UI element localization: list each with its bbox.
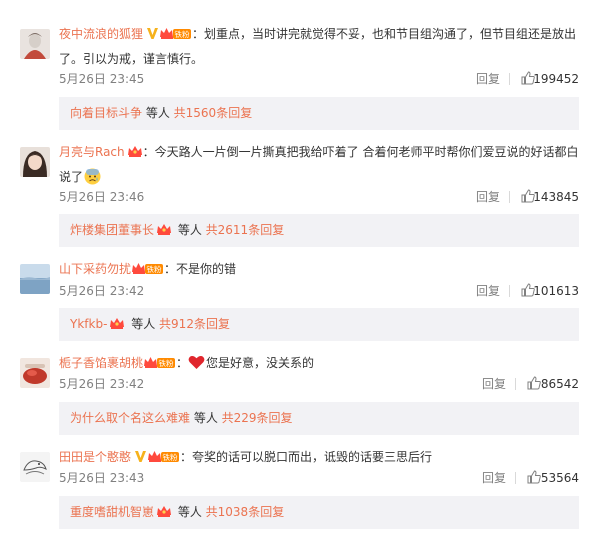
avatar[interactable] (20, 264, 50, 294)
reply-summary[interactable]: 重度嗜甜机智崽 等人 共1038条回复 (59, 496, 579, 529)
reply-button[interactable]: 回复 (482, 375, 506, 393)
username[interactable]: 山下采药勿扰 (59, 262, 131, 276)
fan-crown-badge-icon: 铁粉 (143, 355, 176, 377)
like-count: 53564 (540, 471, 579, 485)
reply-summary[interactable]: Ykfkb- 等人 共912条回复 (59, 308, 579, 341)
reply-count-link[interactable]: 共2611条回复 (206, 223, 285, 237)
username[interactable]: 夜中流浪的狐狸 (59, 27, 143, 41)
comment-meta: 5月26日 23:42 回复 86542 (59, 375, 579, 393)
reply-others-label: 等人 (174, 223, 206, 237)
avatar[interactable] (20, 29, 50, 59)
reply-others-label: 等人 (190, 411, 222, 425)
divider (509, 191, 510, 203)
username[interactable]: 月亮与Rach (59, 145, 125, 159)
avatar[interactable] (20, 358, 50, 388)
comment-text: 您是好意，没关系的 (206, 356, 315, 370)
reply-count-link[interactable]: 共229条回复 (222, 411, 293, 425)
reply-others-label: 等人 (174, 505, 206, 519)
reply-count-link[interactable]: 共1038条回复 (206, 505, 285, 519)
avatar[interactable] (20, 452, 50, 482)
fan-badge-label: 铁粉 (163, 452, 178, 462)
reply-username[interactable]: 重度嗜甜机智崽 (70, 505, 154, 519)
heart-emoji-icon (188, 355, 205, 377)
reply-username[interactable]: Ykfkb- (70, 317, 107, 331)
verified-v-icon (134, 448, 147, 470)
reply-username[interactable]: 向着目标斗争 (70, 106, 142, 120)
like-count: 101613 (533, 284, 579, 298)
timestamp: 5月26日 23:42 (59, 377, 145, 391)
comment-meta: 5月26日 23:42 回复 101613 (59, 282, 579, 300)
reply-button[interactable]: 回复 (482, 469, 506, 487)
timestamp: 5月26日 23:42 (59, 284, 145, 298)
comment-item: 栀子香馅裹胡桃 铁粉： 您是好意，没关系的 5月26日 23:42 回复 86542… (0, 345, 597, 439)
colon-separator: ： (142, 145, 155, 159)
reply-others-label: 等人 (142, 106, 174, 120)
timestamp: 5月26日 23:43 (59, 471, 145, 485)
fan-badge-label: 铁粉 (175, 29, 190, 39)
reply-summary[interactable]: 向着目标斗争 等人 共1560条回复 (59, 97, 579, 130)
comment-item: 山下采药勿扰 铁粉 ：不是你的错 5月26日 23:42 回复 101613 Ykf… (0, 250, 597, 345)
comment-body: 山下采药勿扰 铁粉 ：不是你的错 (59, 258, 583, 283)
divider (509, 285, 510, 297)
comment-item: 田田是个憨憨 铁粉 ：夸奖的话可以脱口而出，诋毁的话要三思后行 5月26日 23:4… (0, 439, 597, 537)
divider (509, 73, 510, 85)
timestamp: 5月26日 23:46 (59, 190, 145, 204)
colon-separator: ： (180, 450, 193, 464)
reply-button[interactable]: 回复 (476, 188, 500, 206)
colon-separator: ： (192, 27, 205, 41)
reply-username[interactable]: 炸楼集团董事长 (70, 223, 154, 237)
like-count: 199452 (533, 72, 579, 86)
username[interactable]: 栀子香馅裹胡桃 (59, 356, 143, 370)
reply-summary[interactable]: 为什么取个名这么难难 等人 共229条回复 (59, 402, 579, 435)
thumbs-up-icon[interactable] (527, 470, 541, 489)
reply-button[interactable]: 回复 (476, 282, 500, 300)
thumbs-up-icon[interactable] (527, 376, 541, 395)
reply-button[interactable]: 回复 (476, 70, 500, 88)
like-count: 143845 (533, 190, 579, 204)
comment-body: 栀子香馅裹胡桃 铁粉： 您是好意，没关系的 (59, 352, 583, 377)
comment-item: 夜中流浪的狐狸 铁粉 ：划重点，当时讲完就觉得不妥，也和节目组沟通了，但节目组还是放… (0, 0, 597, 132)
fan-crown-badge-icon: 铁粉 (159, 26, 192, 48)
reply-summary[interactable]: 炸楼集团董事长 等人 共2611条回复 (59, 214, 579, 247)
avatar[interactable] (20, 147, 50, 177)
colon-separator: ： (176, 356, 189, 370)
crown-badge-icon (109, 311, 125, 344)
comment-meta: 5月26日 23:46 回复 143845 (59, 188, 579, 206)
comment-text: 夸奖的话可以脱口而出，诋毁的话要三思后行 (192, 450, 433, 464)
fan-crown-badge-icon: 铁粉 (131, 261, 164, 283)
comment-meta: 5月26日 23:45 回复 199452 (59, 70, 579, 88)
crown-badge-icon (127, 144, 143, 166)
reply-username[interactable]: 为什么取个名这么难难 (70, 411, 190, 425)
colon-separator: ： (164, 262, 177, 276)
fan-badge-label: 铁粉 (147, 264, 162, 274)
username[interactable]: 田田是个憨憨 (59, 450, 131, 464)
like-count: 86542 (540, 377, 579, 391)
fan-crown-badge-icon: 铁粉 (147, 449, 180, 471)
comment-item: 月亮与Rach ：今天路人一片倒一片撕真把我给吓着了 合着何老师平时帮你们爱豆说的… (0, 132, 597, 250)
comment-body: 田田是个憨憨 铁粉 ：夸奖的话可以脱口而出，诋毁的话要三思后行 (59, 446, 583, 471)
crown-badge-icon (156, 499, 172, 532)
verified-v-icon (146, 25, 159, 47)
timestamp: 5月26日 23:45 (59, 72, 145, 86)
fan-badge-label: 铁粉 (159, 358, 174, 368)
comment-body: 月亮与Rach ：今天路人一片倒一片撕真把我给吓着了 合着何老师平时帮你们爱豆说的… (59, 141, 583, 192)
comment-text: 不是你的错 (176, 262, 237, 276)
reply-count-link[interactable]: 共912条回复 (159, 317, 230, 331)
divider (515, 472, 516, 484)
crown-badge-icon (156, 217, 172, 250)
comment-meta: 5月26日 23:43 回复 53564 (59, 469, 579, 487)
comment-body: 夜中流浪的狐狸 铁粉 ：划重点，当时讲完就觉得不妥，也和节目组沟通了，但节目组还是放… (59, 23, 583, 70)
reply-count-link[interactable]: 共1560条回复 (174, 106, 253, 120)
reply-others-label: 等人 (127, 317, 160, 331)
divider (515, 378, 516, 390)
